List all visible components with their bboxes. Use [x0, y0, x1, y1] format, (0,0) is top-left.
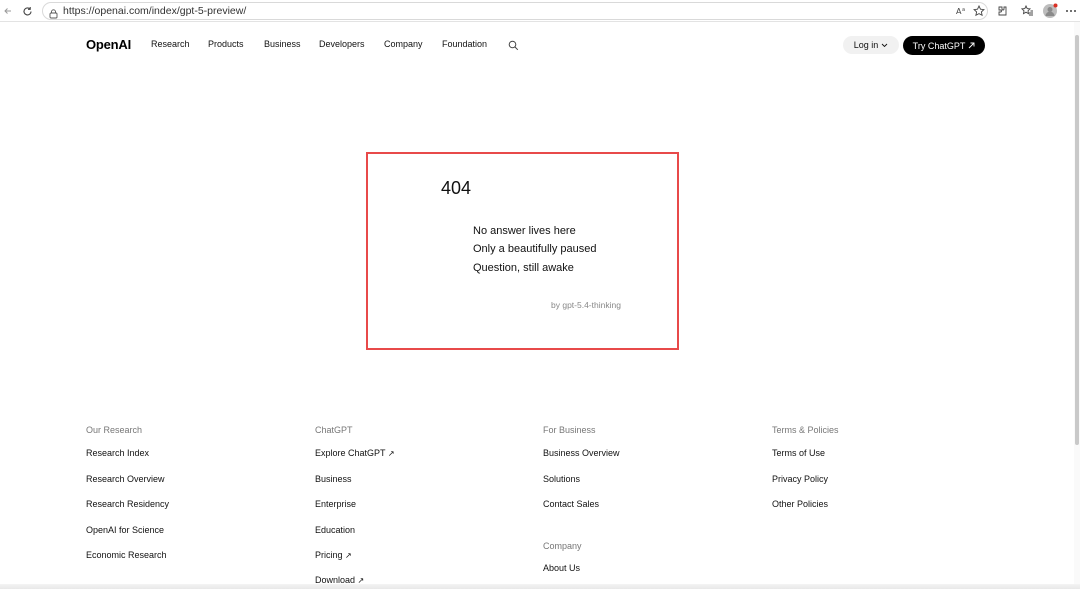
reload-icon[interactable]	[19, 3, 35, 19]
footer-link-business-overview[interactable]: Business Overview	[543, 448, 620, 458]
arrow-up-right-icon: ↗	[345, 551, 352, 560]
footer-link-education[interactable]: Education	[315, 525, 355, 535]
footer-heading-company: Company	[543, 541, 582, 551]
footer-link-explore-chatgpt[interactable]: Explore ChatGPT ↗	[315, 448, 395, 458]
login-button[interactable]: Log in	[843, 36, 899, 54]
poem-line-3: Question, still awake	[473, 262, 574, 274]
poem-line-2: Only a beautifully paused	[473, 243, 597, 255]
login-label: Log in	[853, 40, 879, 50]
window-bottom-edge	[0, 584, 1080, 589]
footer-link-privacy-policy[interactable]: Privacy Policy	[772, 474, 828, 484]
svg-text:a: a	[962, 7, 965, 13]
nav-company[interactable]: Company	[384, 39, 423, 49]
profile-avatar-icon[interactable]	[1042, 3, 1058, 19]
footer-link-research-index[interactable]: Research Index	[86, 448, 149, 458]
chevron-down-icon	[881, 40, 888, 50]
footer-link-explore-chatgpt-label: Explore ChatGPT	[315, 448, 386, 458]
footer-heading-research: Our Research	[86, 425, 143, 435]
footer-link-pricing-label: Pricing	[315, 550, 343, 560]
nav-developers[interactable]: Developers	[319, 39, 365, 49]
openai-logo[interactable]: OpenAI	[86, 37, 131, 52]
nav-research[interactable]: Research	[151, 39, 190, 49]
nav-business[interactable]: Business	[264, 39, 301, 49]
byline: by gpt-5.4-thinking	[551, 300, 621, 310]
extensions-icon[interactable]	[994, 3, 1010, 19]
browser-toolbar: https://openai.com/index/gpt-5-preview/ …	[0, 0, 1080, 22]
favorites-icon[interactable]	[1019, 3, 1035, 19]
error-code: 404	[441, 178, 472, 198]
try-chatgpt-label: Try ChatGPT	[912, 40, 966, 51]
favorite-star-icon[interactable]	[971, 3, 987, 19]
site-navigation: OpenAI Research Products Business Develo…	[0, 22, 1080, 68]
try-chatgpt-button[interactable]: Try ChatGPT	[903, 36, 985, 55]
more-menu-icon[interactable]	[1064, 3, 1078, 19]
footer-link-about-us[interactable]: About Us	[543, 563, 580, 573]
footer-link-contact-sales[interactable]: Contact Sales	[543, 499, 599, 509]
read-aloud-icon[interactable]: Aa	[954, 3, 970, 19]
poem-line-1: No answer lives here	[473, 225, 576, 237]
arrow-up-right-icon: ↗	[387, 449, 395, 458]
footer-heading-for-business: For Business	[543, 425, 596, 435]
footer-link-business[interactable]: Business	[315, 474, 352, 484]
footer-link-openai-for-science[interactable]: OpenAI for Science	[86, 525, 164, 535]
footer-link-economic-research[interactable]: Economic Research	[86, 550, 167, 560]
nav-products[interactable]: Products	[208, 39, 244, 49]
footer-link-enterprise[interactable]: Enterprise	[315, 499, 356, 509]
url-text[interactable]: https://openai.com/index/gpt-5-preview/	[63, 5, 246, 17]
footer-heading-chatgpt: ChatGPT	[315, 425, 353, 435]
footer-link-solutions[interactable]: Solutions	[543, 474, 580, 484]
search-icon[interactable]	[508, 38, 519, 56]
footer-heading-terms-policies: Terms & Policies	[772, 425, 839, 435]
nav-foundation[interactable]: Foundation	[442, 39, 487, 49]
arrow-up-right-icon	[968, 41, 975, 51]
back-arrow-icon[interactable]	[0, 3, 16, 19]
footer-link-research-overview[interactable]: Research Overview	[86, 474, 165, 484]
footer-link-terms-of-use[interactable]: Terms of Use	[772, 448, 825, 458]
footer-link-pricing[interactable]: Pricing ↗	[315, 550, 352, 560]
footer-link-other-policies[interactable]: Other Policies	[772, 499, 828, 509]
address-bar[interactable]: https://openai.com/index/gpt-5-preview/	[42, 2, 988, 20]
scrollbar-thumb[interactable]	[1075, 35, 1079, 445]
footer-link-research-residency[interactable]: Research Residency	[86, 499, 169, 509]
